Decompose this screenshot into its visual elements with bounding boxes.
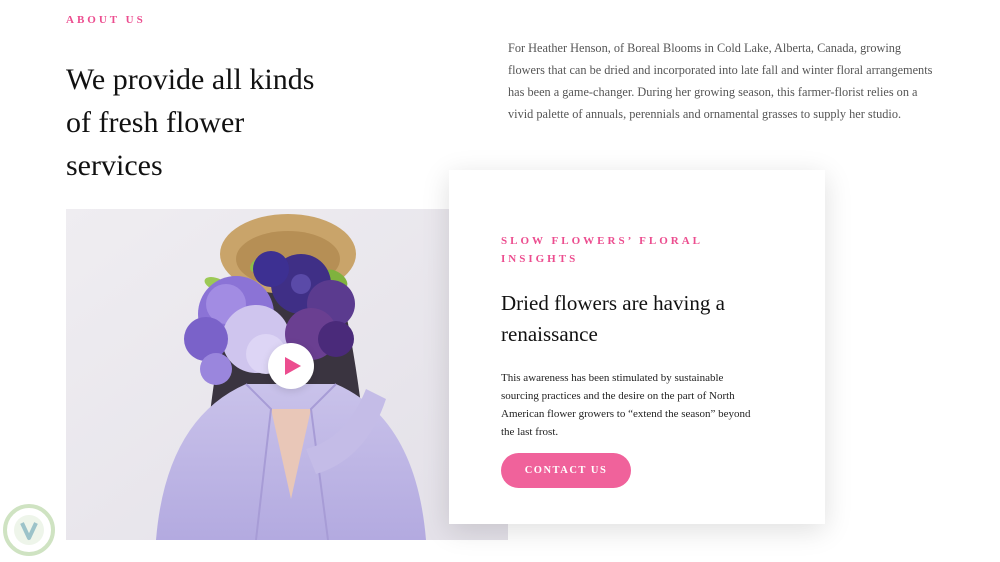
card-eyebrow: SLOW FLOWERS’ FLORAL INSIGHTS [501, 235, 703, 265]
insights-card: SLOW FLOWERS’ FLORAL INSIGHTS Dried flow… [449, 170, 825, 524]
contact-us-button[interactable]: CONTACT US [501, 453, 631, 488]
card-description: This awareness has been stimulated by su… [501, 372, 751, 438]
section-headline: We provide all kinds of fresh flower ser… [66, 63, 315, 182]
site-logo-badge [2, 503, 56, 557]
intro-paragraph: For Heather Henson, of Boreal Blooms in … [508, 41, 933, 121]
play-icon [285, 357, 301, 375]
section-eyebrow: ABOUT US [66, 14, 146, 26]
card-title: Dried flowers are having a renaissance [501, 291, 725, 346]
play-video-button[interactable] [268, 343, 314, 389]
